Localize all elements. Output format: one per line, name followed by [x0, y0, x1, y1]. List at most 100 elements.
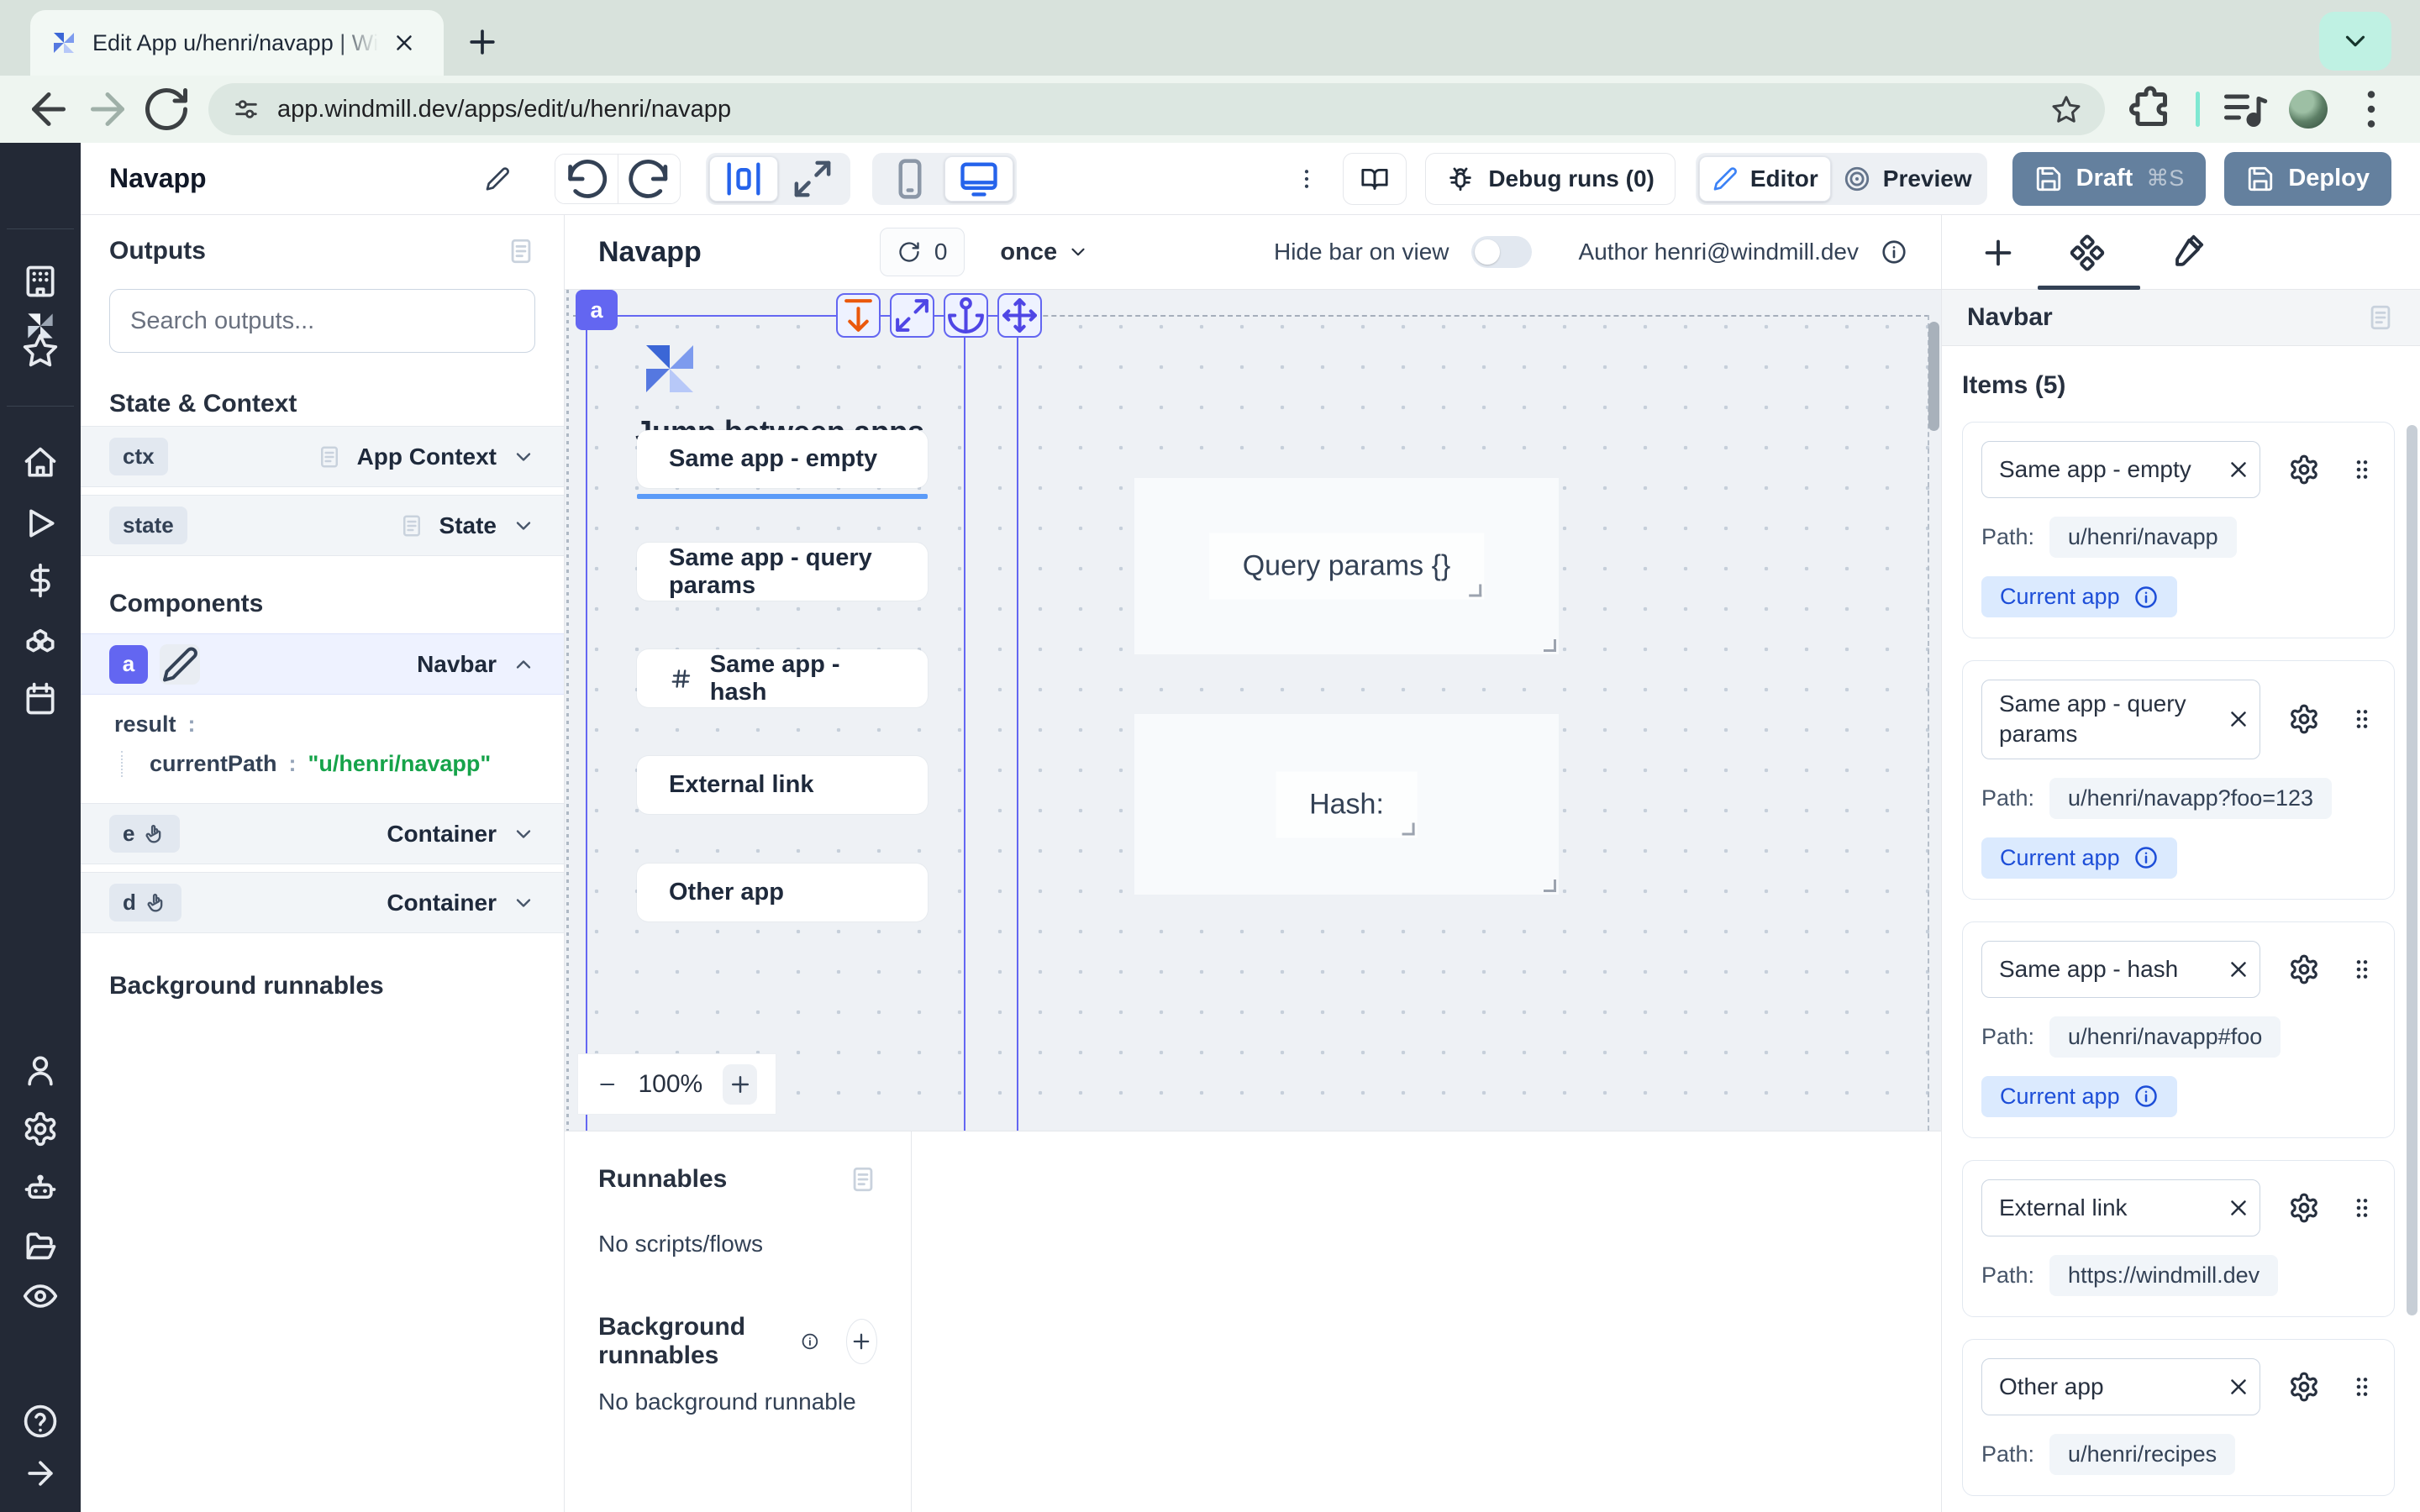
component-row-e[interactable]: eContainer — [81, 803, 564, 864]
tab-close-icon[interactable] — [392, 30, 417, 55]
site-settings-icon[interactable] — [232, 95, 260, 123]
component-result-tree[interactable]: result: currentPath: "u/henri/navapp" — [81, 695, 564, 795]
item-label-input[interactable]: Other app — [1981, 1358, 2260, 1415]
clear-label-icon[interactable] — [2226, 1374, 2251, 1399]
info-icon[interactable] — [2133, 585, 2159, 610]
url-bar[interactable]: app.windmill.dev/apps/edit/u/henri/navap… — [208, 83, 2105, 135]
query-params-container[interactable]: Query params {} — [1134, 478, 1559, 654]
anchor-button[interactable] — [944, 293, 988, 338]
undo-button[interactable] — [555, 155, 618, 203]
item-settings-icon[interactable] — [2288, 454, 2320, 486]
canvas-scrollbar[interactable] — [1928, 322, 1939, 431]
rail-building-icon[interactable] — [22, 263, 59, 300]
nav-item-5[interactable]: Other app — [637, 864, 928, 921]
state-row-state[interactable]: stateState — [81, 495, 564, 556]
rail-boxes-icon[interactable] — [22, 619, 59, 656]
info-icon[interactable] — [2133, 845, 2159, 870]
chevron-down-icon[interactable] — [512, 445, 535, 469]
docs-button[interactable] — [1343, 153, 1407, 205]
rail-user-icon[interactable] — [22, 1052, 59, 1089]
clear-label-icon[interactable] — [2226, 457, 2251, 482]
draft-button[interactable]: Draft ⌘S — [2012, 152, 2207, 206]
component-doc-icon[interactable] — [2366, 303, 2395, 332]
rail-home-icon[interactable] — [22, 444, 59, 481]
refresh-count-button[interactable]: 0 — [880, 228, 965, 276]
styling-tab[interactable] — [2166, 234, 2205, 272]
browser-menu-icon[interactable] — [2346, 84, 2396, 134]
move-button[interactable] — [997, 293, 1042, 338]
chevron-down-icon[interactable] — [512, 514, 535, 538]
info-icon[interactable] — [2133, 1084, 2159, 1109]
search-outputs-input[interactable] — [109, 289, 535, 353]
item-label-input[interactable]: External link — [1981, 1179, 2260, 1236]
item-drag-handle[interactable] — [2349, 706, 2375, 732]
item-path[interactable]: u/henri/navapp — [2049, 517, 2237, 558]
mobile-view-button[interactable] — [876, 156, 944, 202]
item-drag-handle[interactable] — [2349, 956, 2375, 983]
item-settings-icon[interactable] — [2288, 1371, 2320, 1403]
rail-arrow-right-icon[interactable] — [22, 1455, 59, 1492]
extensions-icon[interactable] — [2125, 84, 2175, 134]
item-path[interactable]: u/henri/recipes — [2049, 1434, 2235, 1475]
schedule-dropdown[interactable]: once — [1000, 239, 1089, 266]
zoom-in-button[interactable] — [723, 1064, 757, 1105]
rail-eye-icon[interactable] — [22, 1278, 59, 1315]
item-drag-handle[interactable] — [2349, 456, 2375, 483]
app-canvas[interactable]: a Jump between apps Same app - emptySame… — [565, 290, 1941, 1131]
expand-button[interactable] — [890, 293, 934, 338]
tab-overflow-chevron[interactable] — [2319, 12, 2391, 71]
edit-id-icon[interactable] — [160, 644, 200, 685]
bg-runnables-info-icon[interactable] — [801, 1328, 819, 1355]
collapse-icon[interactable] — [512, 653, 535, 676]
item-settings-icon[interactable] — [2288, 703, 2320, 735]
hide-bar-toggle[interactable] — [1471, 236, 1532, 268]
component-settings-tab[interactable] — [2068, 234, 2107, 272]
item-label-input[interactable]: Same app - query params — [1981, 680, 2260, 759]
nav-item-3[interactable]: Same app - hash — [637, 649, 928, 707]
item-settings-icon[interactable] — [2288, 1192, 2320, 1224]
item-path[interactable]: u/henri/navapp?foo=123 — [2049, 778, 2332, 819]
centered-layout-button[interactable] — [709, 156, 778, 202]
selected-component-badge[interactable]: a — [576, 290, 618, 330]
desktop-view-button[interactable] — [944, 156, 1013, 202]
rail-folder-open-icon[interactable] — [22, 1228, 59, 1265]
insert-component-tab[interactable] — [1979, 234, 2018, 272]
fill-height-button[interactable] — [836, 293, 881, 338]
item-path[interactable]: u/henri/navapp#foo — [2049, 1016, 2281, 1058]
runnables-doc-icon[interactable] — [849, 1165, 877, 1194]
clear-label-icon[interactable] — [2226, 1195, 2251, 1221]
item-drag-handle[interactable] — [2349, 1373, 2375, 1400]
new-tab-button[interactable] — [464, 24, 501, 60]
state-row-ctx[interactable]: ctxApp Context — [81, 426, 564, 487]
back-button[interactable] — [24, 84, 74, 134]
rail-gear-icon[interactable] — [22, 1110, 59, 1147]
component-row-navbar[interactable]: a Navbar — [81, 633, 564, 695]
query-params-text[interactable]: Query params {} — [1209, 533, 1485, 600]
item-path[interactable]: https://windmill.dev — [2049, 1255, 2278, 1296]
chevron-down-icon[interactable] — [512, 822, 535, 846]
rename-app-icon[interactable] — [484, 165, 511, 192]
zoom-out-button[interactable] — [597, 1072, 618, 1097]
rail-calendar-icon[interactable] — [22, 680, 59, 717]
rail-robot-icon[interactable] — [22, 1171, 59, 1208]
debug-runs-button[interactable]: Debug runs (0) — [1425, 153, 1676, 205]
hash-text[interactable]: Hash: — [1276, 771, 1418, 837]
full-width-button[interactable] — [778, 156, 847, 202]
clear-label-icon[interactable] — [2226, 706, 2251, 732]
item-settings-icon[interactable] — [2288, 953, 2320, 985]
item-drag-handle[interactable] — [2349, 1194, 2375, 1221]
item-label-input[interactable]: Same app - hash — [1981, 941, 2260, 998]
rail-star-icon[interactable] — [22, 332, 59, 369]
rail-help-icon[interactable] — [22, 1403, 59, 1440]
outputs-doc-icon[interactable] — [507, 237, 535, 265]
hash-container[interactable]: Hash: — [1134, 714, 1559, 895]
component-row-d[interactable]: dContainer — [81, 872, 564, 933]
rail-dollar-icon[interactable] — [22, 562, 59, 599]
nav-item-4[interactable]: External link — [637, 756, 928, 814]
rail-play-icon[interactable] — [22, 505, 59, 542]
forward-button[interactable] — [82, 84, 133, 134]
nav-item-1[interactable]: Same app - empty — [637, 430, 928, 488]
chevron-down-icon[interactable] — [512, 891, 535, 915]
add-bg-runnable-button[interactable] — [846, 1319, 877, 1364]
media-playlist-icon[interactable] — [2220, 84, 2270, 134]
